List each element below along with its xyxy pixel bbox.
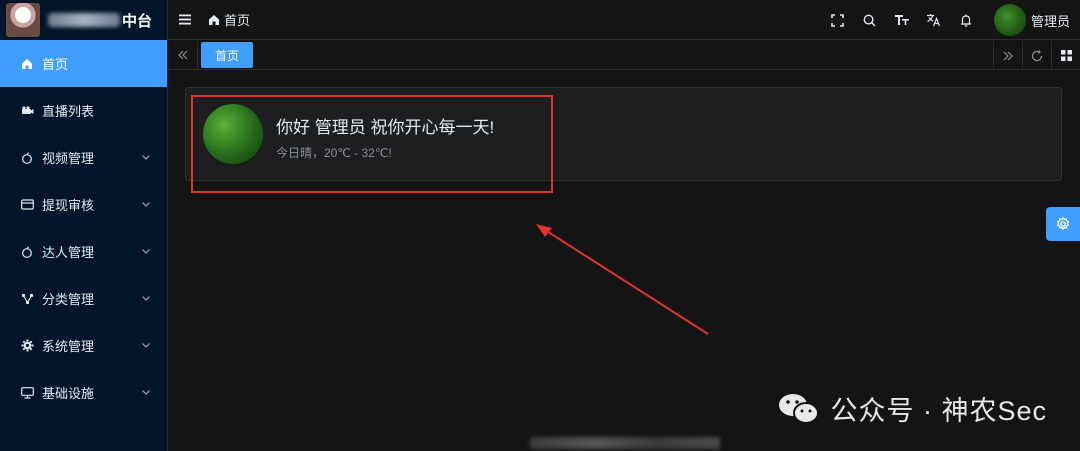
chevron-down-icon bbox=[142, 343, 150, 348]
sidebar-item-infrastructure[interactable]: 基础设施 bbox=[0, 369, 167, 416]
gear-icon bbox=[1056, 217, 1070, 231]
home-icon bbox=[209, 14, 219, 25]
sidebar-item-live-list[interactable]: 直播列表 bbox=[0, 87, 167, 134]
annotation-arrow bbox=[536, 224, 709, 335]
watermark: 公众号 · 神农Sec bbox=[778, 389, 1047, 428]
settings-button[interactable] bbox=[1046, 207, 1080, 241]
top-header: 首页 管理员 bbox=[168, 0, 1080, 40]
sidebar-item-label: 首页 bbox=[42, 57, 69, 72]
avatar[interactable] bbox=[993, 4, 1026, 36]
sidebar-item-label: 提现审核 bbox=[42, 198, 95, 213]
gear-icon bbox=[20, 339, 34, 353]
chevron-down-icon bbox=[142, 202, 150, 207]
logo[interactable]: 中台 bbox=[0, 0, 167, 40]
wechat-icon bbox=[778, 392, 820, 426]
grid-menu-icon[interactable] bbox=[1051, 41, 1080, 70]
chevron-down-icon bbox=[142, 155, 150, 160]
menu-toggle-icon[interactable] bbox=[178, 13, 192, 27]
logo-blurred-text bbox=[48, 13, 120, 27]
camera-icon bbox=[20, 104, 34, 118]
search-icon[interactable] bbox=[854, 0, 886, 40]
sidebar-item-label: 直播列表 bbox=[42, 104, 95, 119]
sidebar-item-label: 达人管理 bbox=[42, 245, 95, 260]
sidebar: 中台 首页 直播列表 视频管理 提现审核 达人管理 分类管理 系统管理 基础设施 bbox=[0, 0, 168, 451]
tabs-bar: 首页 bbox=[168, 40, 1080, 70]
chevron-down-icon bbox=[142, 390, 150, 395]
header-actions: 管理员 bbox=[822, 0, 1070, 40]
annotation-highlight-box bbox=[191, 95, 553, 193]
blurred-footer bbox=[530, 437, 720, 449]
sidebar-menu: 首页 直播列表 视频管理 提现审核 达人管理 分类管理 系统管理 基础设施 bbox=[0, 40, 167, 416]
sidebar-item-withdraw-review[interactable]: 提现审核 bbox=[0, 181, 167, 228]
sidebar-item-label: 视频管理 bbox=[42, 151, 95, 166]
app-root: 中台 首页 直播列表 视频管理 提现审核 达人管理 分类管理 系统管理 基础设施… bbox=[0, 0, 1080, 451]
apple-icon bbox=[20, 151, 34, 165]
tabs-actions bbox=[993, 41, 1080, 70]
sidebar-item-category-management[interactable]: 分类管理 bbox=[0, 275, 167, 322]
translate-icon[interactable] bbox=[918, 0, 950, 40]
apple-icon bbox=[20, 245, 34, 259]
tabs-scroll-left-icon[interactable] bbox=[168, 40, 198, 70]
bell-icon[interactable] bbox=[950, 0, 982, 40]
sidebar-item-label: 分类管理 bbox=[42, 292, 95, 307]
chevron-down-icon bbox=[142, 296, 150, 301]
refresh-icon[interactable] bbox=[1022, 41, 1051, 70]
sidebar-item-video-management[interactable]: 视频管理 bbox=[0, 134, 167, 181]
sidebar-item-home[interactable]: 首页 bbox=[0, 40, 167, 87]
fullscreen-icon[interactable] bbox=[822, 0, 854, 40]
card-icon bbox=[20, 198, 34, 212]
share-icon bbox=[20, 292, 34, 306]
tab-home[interactable]: 首页 bbox=[201, 42, 254, 68]
home-icon bbox=[20, 57, 34, 71]
monitor-icon bbox=[20, 386, 34, 400]
sidebar-item-label: 系统管理 bbox=[42, 339, 95, 354]
sidebar-item-label: 基础设施 bbox=[42, 386, 95, 401]
font-size-icon[interactable] bbox=[886, 0, 918, 40]
sidebar-item-influencer-management[interactable]: 达人管理 bbox=[0, 228, 167, 275]
breadcrumb: 首页 bbox=[208, 10, 250, 29]
sidebar-item-system-management[interactable]: 系统管理 bbox=[0, 322, 167, 369]
logo-title: 中台 bbox=[122, 12, 153, 30]
watermark-text: 公众号 · 神农Sec bbox=[830, 396, 1047, 426]
logo-image bbox=[6, 3, 40, 37]
chevron-down-icon bbox=[142, 249, 150, 254]
user-name[interactable]: 管理员 bbox=[1031, 11, 1070, 30]
tabs-scroll-right-icon[interactable] bbox=[993, 41, 1022, 70]
breadcrumb-item[interactable]: 首页 bbox=[224, 10, 250, 29]
